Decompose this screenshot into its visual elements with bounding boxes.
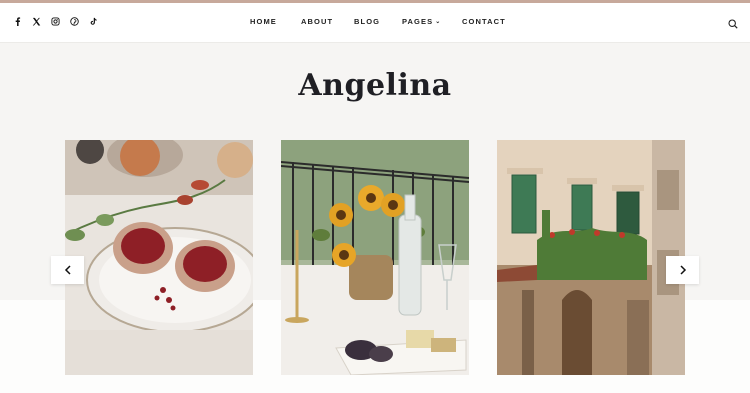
facebook-icon[interactable] — [12, 16, 22, 26]
tiktok-icon[interactable] — [88, 16, 98, 26]
slide-sunflowers-image[interactable] — [281, 140, 469, 375]
chevron-right-icon — [679, 265, 686, 275]
slider-next-button[interactable] — [666, 256, 699, 284]
nav-pages[interactable]: Pages ⌄ — [402, 17, 441, 26]
site-header: Home About Blog Pages ⌄ Contact — [0, 3, 750, 43]
chevron-left-icon — [64, 265, 71, 275]
nav-pages-label: Pages — [402, 17, 434, 26]
slider-prev-button[interactable] — [51, 256, 84, 284]
slide-building-image[interactable] — [497, 140, 685, 375]
chevron-down-icon: ⌄ — [435, 19, 442, 25]
search-icon[interactable] — [728, 16, 738, 29]
x-twitter-icon[interactable] — [31, 16, 41, 26]
nav-home[interactable]: Home — [250, 17, 277, 26]
nav-blog[interactable]: Blog — [354, 17, 380, 26]
nav-about[interactable]: About — [301, 17, 333, 26]
slide-pomegranate-image[interactable] — [65, 140, 253, 375]
site-title: Angelina — [298, 68, 452, 103]
instagram-icon[interactable] — [50, 16, 60, 26]
pinterest-icon[interactable] — [69, 16, 79, 26]
social-links — [12, 16, 98, 26]
nav-contact[interactable]: Contact — [462, 17, 506, 26]
